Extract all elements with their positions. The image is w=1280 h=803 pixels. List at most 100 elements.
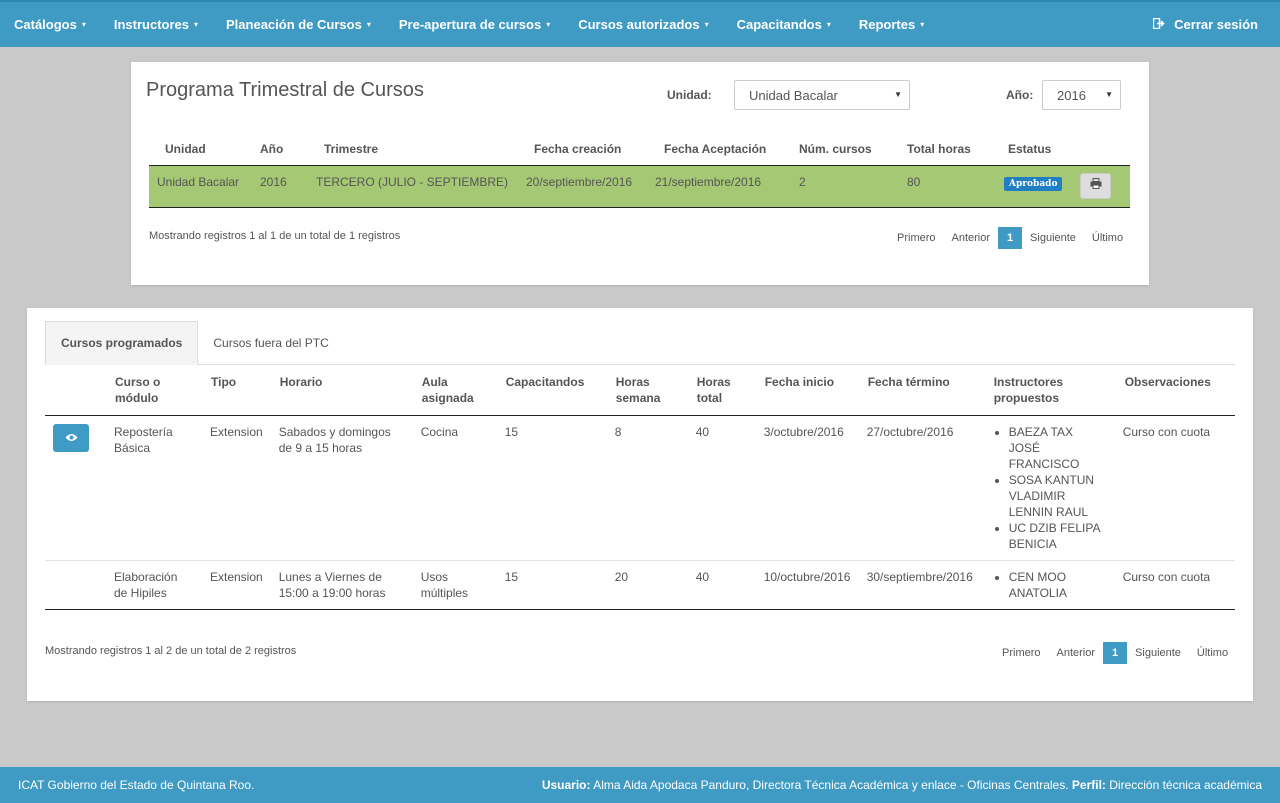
cell-curso: Elaboración de Hipiles (106, 560, 202, 610)
list-item: UC DZIB FELIPA BENICIA (1009, 520, 1107, 552)
cell-fecha-inicio: 10/octubre/2016 (755, 560, 859, 610)
list-item: SOSA KANTUN VLADIMIR LENNIN RAUL (1009, 472, 1107, 520)
pagination: Primero Anterior 1 Siguiente Último (889, 227, 1131, 249)
pager-next[interactable]: Siguiente (1030, 232, 1076, 244)
nav-reportes[interactable]: Reportes ▾ (845, 2, 938, 47)
nav-planeacion-cursos[interactable]: Planeación de Cursos ▾ (212, 2, 385, 47)
nav-capacitandos-label: Capacitandos (736, 17, 822, 32)
logout-button[interactable]: Cerrar sesión (1139, 2, 1280, 47)
col-fecha-aceptacion[interactable]: Fecha Aceptación (647, 134, 787, 166)
col-capacitandos[interactable]: Capacitandos (496, 366, 607, 416)
cell-tipo: Extension (202, 560, 271, 610)
cell-action (45, 560, 106, 610)
nav-pre-apertura[interactable]: Pre-apertura de cursos ▾ (385, 2, 564, 47)
table-row[interactable]: Repostería Básica Extension Sabados y do… (45, 415, 1235, 561)
cell-capacitandos: 15 (496, 560, 607, 610)
cell-capacitandos: 15 (496, 415, 607, 561)
tab-cursos-programados[interactable]: Cursos programados (45, 321, 199, 365)
nav-catalogos[interactable]: Catálogos ▾ (0, 2, 100, 47)
pager-prev[interactable]: Anterior (952, 232, 991, 244)
col-total-horas[interactable]: Total horas (895, 134, 996, 166)
nav-cursos-autorizados[interactable]: Cursos autorizados ▾ (564, 2, 722, 47)
col-horario[interactable]: Horario (270, 366, 413, 416)
pager-page-current[interactable]: 1 (998, 227, 1023, 249)
pager-prev[interactable]: Anterior (1057, 647, 1096, 659)
col-horas-total[interactable]: Horas total (687, 366, 756, 416)
instructores-list: BAEZA TAX JOSÉ FRANCISCO SOSA KANTUN VLA… (990, 424, 1107, 552)
col-fecha-termino[interactable]: Fecha término (858, 366, 982, 416)
chevron-down-icon: ▾ (704, 20, 709, 29)
col-instructores[interactable]: Instructores propuestos (981, 366, 1115, 416)
table-row[interactable]: Elaboración de Hipiles Extension Lunes a… (45, 560, 1235, 610)
records-info: Mostrando registros 1 al 2 de un total d… (45, 645, 297, 657)
nav-catalogos-label: Catálogos (14, 17, 77, 32)
anio-label: Año: (1006, 88, 1034, 102)
cursos-header-row: Curso o módulo Tipo Horario Aula asignad… (45, 366, 1235, 416)
pager-first[interactable]: Primero (897, 232, 936, 244)
cell-aula: Cocina (412, 415, 497, 561)
sign-out-icon (1152, 17, 1165, 32)
cell-observaciones: Curso con cuota (1114, 415, 1235, 561)
col-curso[interactable]: Curso o módulo (106, 366, 202, 416)
table-row[interactable]: Unidad Bacalar 2016 TERCERO (JULIO - SEP… (149, 165, 1130, 208)
footer-user-value: Alma Aida Apodaca Panduro, Directora Téc… (593, 778, 1069, 792)
pager-last[interactable]: Último (1197, 647, 1228, 659)
cell-instructores: CEN MOO ANATOLIA (981, 560, 1115, 610)
chevron-down-icon: ▾ (81, 20, 86, 29)
cursos-table: Curso o módulo Tipo Horario Aula asignad… (45, 366, 1235, 610)
records-info: Mostrando registros 1 al 1 de un total d… (149, 230, 401, 242)
col-estatus[interactable]: Estatus (996, 134, 1072, 166)
cell-anio: 2016 (252, 165, 308, 208)
cell-horas-total: 40 (687, 560, 756, 610)
nav-instructores-label: Instructores (113, 17, 189, 32)
nav-capacitandos[interactable]: Capacitandos ▾ (723, 2, 845, 47)
print-button[interactable] (1080, 172, 1111, 199)
nav-pre-apertura-label: Pre-apertura de cursos (398, 17, 542, 32)
status-badge: Aprobado (1004, 176, 1063, 191)
cell-instructores: BAEZA TAX JOSÉ FRANCISCO SOSA KANTUN VLA… (981, 415, 1115, 561)
col-num-cursos[interactable]: Núm. cursos (787, 134, 895, 166)
anio-select[interactable]: 2016 ▼ (1042, 80, 1121, 110)
nav-instructores[interactable]: Instructores ▾ (100, 2, 212, 47)
cell-fecha-creacion: 20/septiembre/2016 (518, 165, 647, 208)
col-unidad[interactable]: Unidad (149, 134, 252, 166)
col-anio[interactable]: Año (252, 134, 308, 166)
logout-label: Cerrar sesión (1174, 17, 1258, 32)
footer-org: ICAT Gobierno del Estado de Quintana Roo… (18, 778, 255, 792)
unidad-label: Unidad: (667, 88, 712, 102)
cell-horas-semana: 20 (606, 560, 688, 610)
cell-trimestre: TERCERO (JULIO - SEPTIEMBRE) (308, 165, 518, 208)
cell-observaciones: Curso con cuota (1114, 560, 1235, 610)
chevron-down-icon: ▾ (194, 20, 199, 29)
pagination: Primero Anterior 1 Siguiente Último (994, 642, 1236, 664)
col-observaciones[interactable]: Observaciones (1114, 366, 1235, 416)
nav-planeacion-label: Planeación de Cursos (226, 17, 362, 32)
top-navbar: Catálogos ▾ Instructores ▾ Planeación de… (0, 0, 1280, 47)
view-button[interactable] (53, 423, 89, 452)
pager-next[interactable]: Siguiente (1135, 647, 1181, 659)
chevron-down-icon: ▾ (546, 20, 551, 29)
chevron-down-icon: ▼ (1105, 90, 1113, 99)
col-trimestre[interactable]: Trimestre (308, 134, 518, 166)
cell-horario: Lunes a Viernes de 15:00 a 19:00 horas (270, 560, 413, 610)
cell-total-horas: 80 (895, 165, 996, 208)
col-fecha-creacion[interactable]: Fecha creación (518, 134, 647, 166)
cell-horas-total: 40 (687, 415, 756, 561)
nav-cursos-autorizados-label: Cursos autorizados (578, 17, 700, 32)
pager-first[interactable]: Primero (1002, 647, 1041, 659)
col-tipo[interactable]: Tipo (202, 366, 271, 416)
cell-estatus: Aprobado (996, 165, 1072, 208)
col-fecha-inicio[interactable]: Fecha inicio (755, 366, 859, 416)
cell-horas-semana: 8 (606, 415, 688, 561)
unidad-select[interactable]: Unidad Bacalar ▼ (734, 80, 910, 110)
eye-icon (65, 431, 78, 445)
cell-actions (1072, 165, 1130, 208)
pager-page-current[interactable]: 1 (1103, 642, 1128, 664)
cell-fecha-aceptacion: 21/septiembre/2016 (647, 165, 787, 208)
pager-last[interactable]: Último (1092, 232, 1123, 244)
footer-user-info: Usuario: Alma Aida Apodaca Panduro, Dire… (542, 778, 1262, 792)
tab-cursos-fuera-ptc[interactable]: Cursos fuera del PTC (198, 321, 343, 365)
col-aula[interactable]: Aula asignada (412, 366, 497, 416)
col-horas-semana[interactable]: Horas semana (606, 366, 688, 416)
ptc-header-row: Unidad Año Trimestre Fecha creación Fech… (149, 134, 1130, 166)
